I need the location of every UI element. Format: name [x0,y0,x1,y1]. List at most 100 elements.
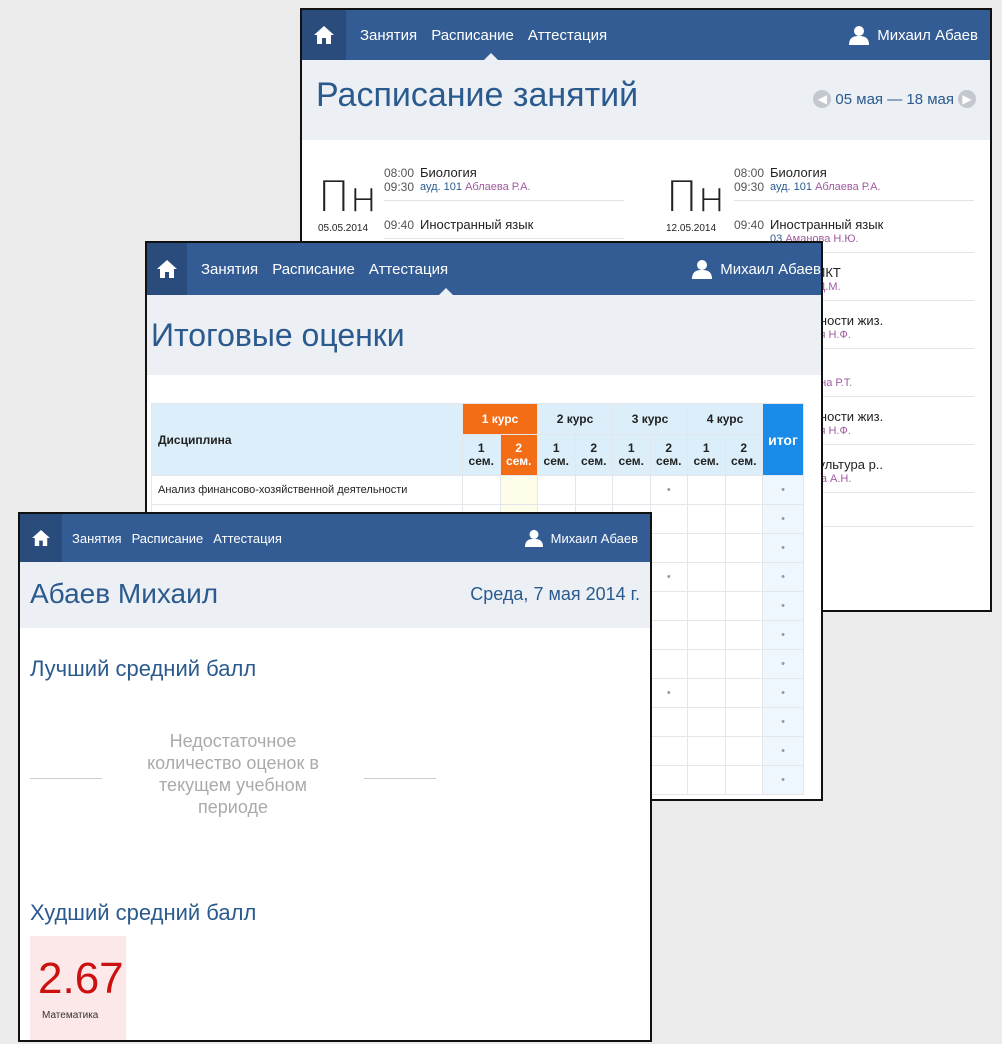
semester-header[interactable]: 2 сем. [499,434,538,476]
course-header[interactable]: 4 курс [687,403,763,435]
grade-cell [574,475,613,505]
grade-cell [649,591,688,621]
nav-link-attestation[interactable]: Аттестация [213,531,282,546]
user-menu[interactable]: Михаил Абаев [849,10,978,60]
semester-header[interactable]: 1 сем. [462,434,501,476]
home-icon [32,530,50,546]
home-button[interactable] [147,243,187,295]
grade-cell [724,620,763,650]
lesson-details: Биология ауд. 101 Аблаева Р.А. [770,166,880,194]
user-name: Михаил Абаев [550,530,638,546]
user-name: Михаил Абаев [877,26,978,44]
semester-header[interactable]: 2 сем. [574,434,613,476]
page-header: Абаев Михаил Среда, 7 мая 2014 г. [20,562,650,628]
grade-cell [724,504,763,534]
user-menu[interactable]: Михаил Абаев [692,243,821,295]
grade-cell [499,475,538,505]
user-menu[interactable]: Михаил Абаев [524,514,638,562]
best-average-empty: Недостаточное количество оценок в текуще… [30,730,436,840]
lesson-time: 08:00 09:30 [384,166,420,194]
grade-cell [687,620,726,650]
student-name: Абаев Михаил [30,578,219,609]
grade-cell [649,649,688,679]
total-cell: • [762,504,804,534]
table-row[interactable]: Анализ финансово-хозяйственной деятельно… [151,475,804,505]
grade-cell [687,504,726,534]
lesson-end: 09:30 [734,180,765,194]
grade-cell [724,533,763,563]
nav-link-attestation[interactable]: Аттестация [528,27,607,44]
lesson-item[interactable]: 09:40 Иностранный язык [384,218,624,239]
grade-cell [649,504,688,534]
semester-label: сем. [506,454,532,468]
grade-cell [649,736,688,766]
total-cell: • [762,533,804,563]
home-button[interactable] [302,10,346,60]
nav-link-lessons[interactable]: Занятия [201,261,258,278]
next-week-button[interactable]: ▶ [958,90,976,108]
best-average-title: Лучший средний балл [30,656,257,681]
home-icon [314,26,334,44]
semester-label: сем. [618,454,644,468]
total-cell: • [762,562,804,592]
current-date: Среда, 7 мая 2014 г. [470,584,640,604]
day-name: Пн [666,172,726,221]
lesson-teacher: Аблаева Р.А. [465,181,531,193]
course-header[interactable]: 3 курс [612,403,688,435]
grade-cell [687,533,726,563]
grade-cell [687,765,726,795]
top-nav: Занятия Расписание Аттестация Михаил Аба… [20,514,650,562]
total-cell: • [762,475,804,505]
nav-link-attestation[interactable]: Аттестация [369,261,448,278]
page-title: Итоговые оценки [151,317,405,353]
nav-link-lessons[interactable]: Занятия [360,27,417,44]
grade-cell [649,620,688,650]
grade-cell [724,707,763,737]
day-block: Пн 12.05.2014 [666,172,725,234]
semester-header[interactable]: 2 сем. [724,434,763,476]
grade-cell [687,736,726,766]
grade-cell: • [649,562,688,592]
lesson-room: ауд. 101 [420,181,463,193]
grade-cell [687,707,726,737]
nav-link-schedule[interactable]: Расписание [132,531,204,546]
day-name: Пн [318,172,378,221]
semester-header[interactable]: 1 сем. [687,434,726,476]
page-title: Расписание занятий [316,76,639,114]
divider [30,778,102,779]
worst-average-subject: Математика [42,1010,99,1021]
day-block: Пн 05.05.2014 [318,172,377,234]
nav-link-schedule[interactable]: Расписание [272,261,355,278]
lesson-item[interactable]: 08:00 09:30 Биология ауд. 101 Аблаева Р.А. [384,166,624,201]
top-nav: Занятия Расписание Аттестация Михаил Аба… [147,243,821,295]
semester-label: сем. [543,454,569,468]
semester-header[interactable]: 2 сем. [649,434,688,476]
user-icon [692,260,713,279]
grade-cell [462,475,501,505]
semester-header[interactable]: 1 сем. [612,434,651,476]
lesson-details: Биология ауд. 101 Аблаева Р.А. [420,166,530,194]
grade-cell: • [649,678,688,708]
total-cell: • [762,620,804,650]
grade-cell [724,475,763,505]
worst-average-card[interactable]: 2.67 Математика [30,936,126,1040]
home-icon [157,260,177,278]
nav-link-schedule[interactable]: Расписание [431,27,514,44]
user-icon [849,26,870,45]
grade-cell [724,591,763,621]
course-header[interactable]: 2 курс [537,403,613,435]
nav-link-lessons[interactable]: Занятия [72,531,122,546]
home-button[interactable] [20,514,62,562]
total-cell: • [762,649,804,679]
active-tab-caret [484,53,498,60]
lesson-item[interactable]: 08:00 09:30 Биология ауд. 101 Аблаева Р.А. [734,166,974,201]
grade-cell [687,649,726,679]
course-header[interactable]: 1 курс [462,403,538,435]
prev-week-button[interactable]: ◀ [813,90,832,108]
grade-cell [724,765,763,795]
date-range: ◀ 05 мая — 18 мая ▶ [809,90,980,108]
semester-header[interactable]: 1 сем. [537,434,576,476]
total-cell: • [762,765,804,795]
grade-cell [724,562,763,592]
user-icon [524,529,543,547]
